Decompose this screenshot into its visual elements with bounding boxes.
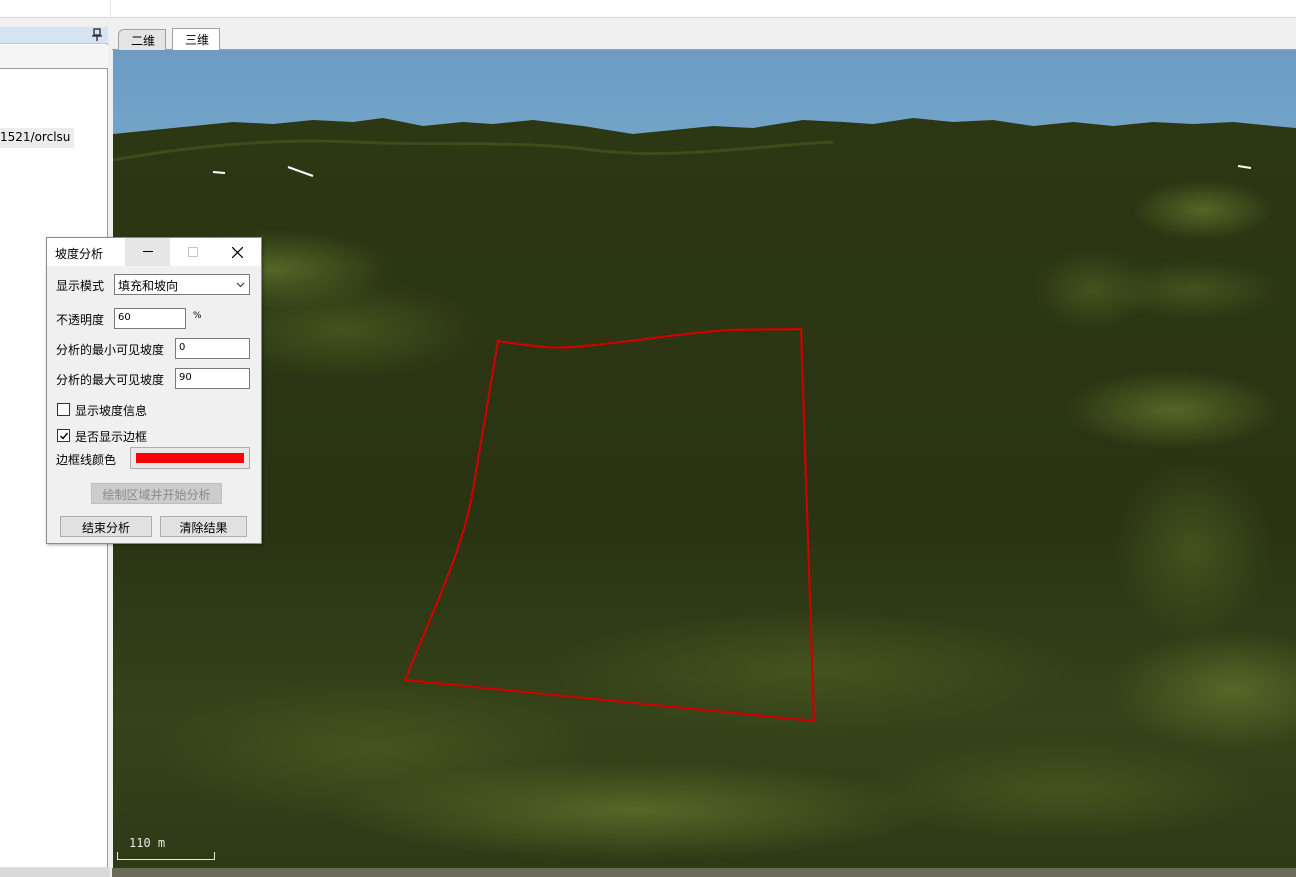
pin-icon[interactable] — [92, 28, 102, 42]
show-slope-info-label[interactable]: 显示坡度信息 — [75, 402, 147, 419]
min-slope-label: 分析的最小可见坡度 — [56, 343, 165, 357]
maximize-button — [170, 238, 215, 266]
scale-label: 110 m — [129, 836, 166, 850]
opacity-unit: % — [193, 311, 202, 321]
map-view-container: 二维 三维 110 m — [112, 27, 1296, 877]
show-slope-info-checkbox[interactable] — [57, 403, 70, 416]
scene-3d-viewport[interactable]: 110 m — [113, 50, 1296, 868]
clear-results-button[interactable]: 清除结果 — [160, 516, 247, 537]
tree-item-datasource[interactable]: 1521/orclsu — [0, 128, 75, 148]
border-color-label: 边框线颜色 — [56, 453, 117, 467]
border-color-picker[interactable] — [130, 447, 250, 469]
border-color-swatch — [136, 453, 244, 463]
show-border-checkbox[interactable] — [57, 429, 70, 442]
display-mode-label: 显示模式 — [56, 279, 105, 293]
dialog-title: 坡度分析 — [55, 247, 104, 261]
scale-bar-line — [117, 852, 215, 860]
display-mode-value: 填充和坡向 — [118, 279, 179, 293]
end-analysis-button[interactable]: 结束分析 — [60, 516, 152, 537]
toolbar-separator — [110, 0, 111, 17]
display-mode-select[interactable]: 填充和坡向 — [114, 274, 250, 295]
status-bar — [112, 868, 1296, 877]
minimize-icon — [142, 251, 153, 252]
opacity-label: 不透明度 — [56, 313, 105, 327]
close-icon — [232, 246, 243, 258]
minimize-button[interactable] — [125, 238, 170, 266]
close-button[interactable] — [215, 238, 260, 266]
max-slope-input[interactable]: 90 — [175, 368, 250, 389]
min-slope-input[interactable]: 0 — [175, 338, 250, 359]
left-panel-toolbar — [0, 45, 108, 69]
terrain-render — [113, 50, 1296, 868]
checkmark-icon — [60, 432, 69, 440]
scale-bar: 110 m — [117, 836, 215, 862]
show-border-label[interactable]: 是否显示边框 — [75, 428, 147, 445]
slope-analysis-dialog: 坡度分析 显示模式 填充和坡向 不透明度 60 % 分析的最小可见坡度 0 分析… — [46, 237, 262, 544]
tab-3d[interactable]: 三维 — [172, 28, 221, 50]
left-panel-scrollbar[interactable] — [0, 867, 110, 877]
draw-region-button[interactable]: 绘制区域并开始分析 — [91, 483, 222, 504]
chevron-down-icon — [236, 282, 245, 288]
view-tab-strip: 二维 三维 — [112, 27, 1296, 50]
tab-2d[interactable]: 二维 — [118, 29, 167, 50]
top-toolbar — [0, 0, 1296, 18]
max-slope-label: 分析的最大可见坡度 — [56, 373, 165, 387]
left-panel-header — [0, 27, 108, 44]
opacity-input[interactable]: 60 — [114, 308, 186, 329]
dialog-titlebar[interactable]: 坡度分析 — [47, 238, 261, 266]
maximize-icon — [187, 247, 198, 257]
